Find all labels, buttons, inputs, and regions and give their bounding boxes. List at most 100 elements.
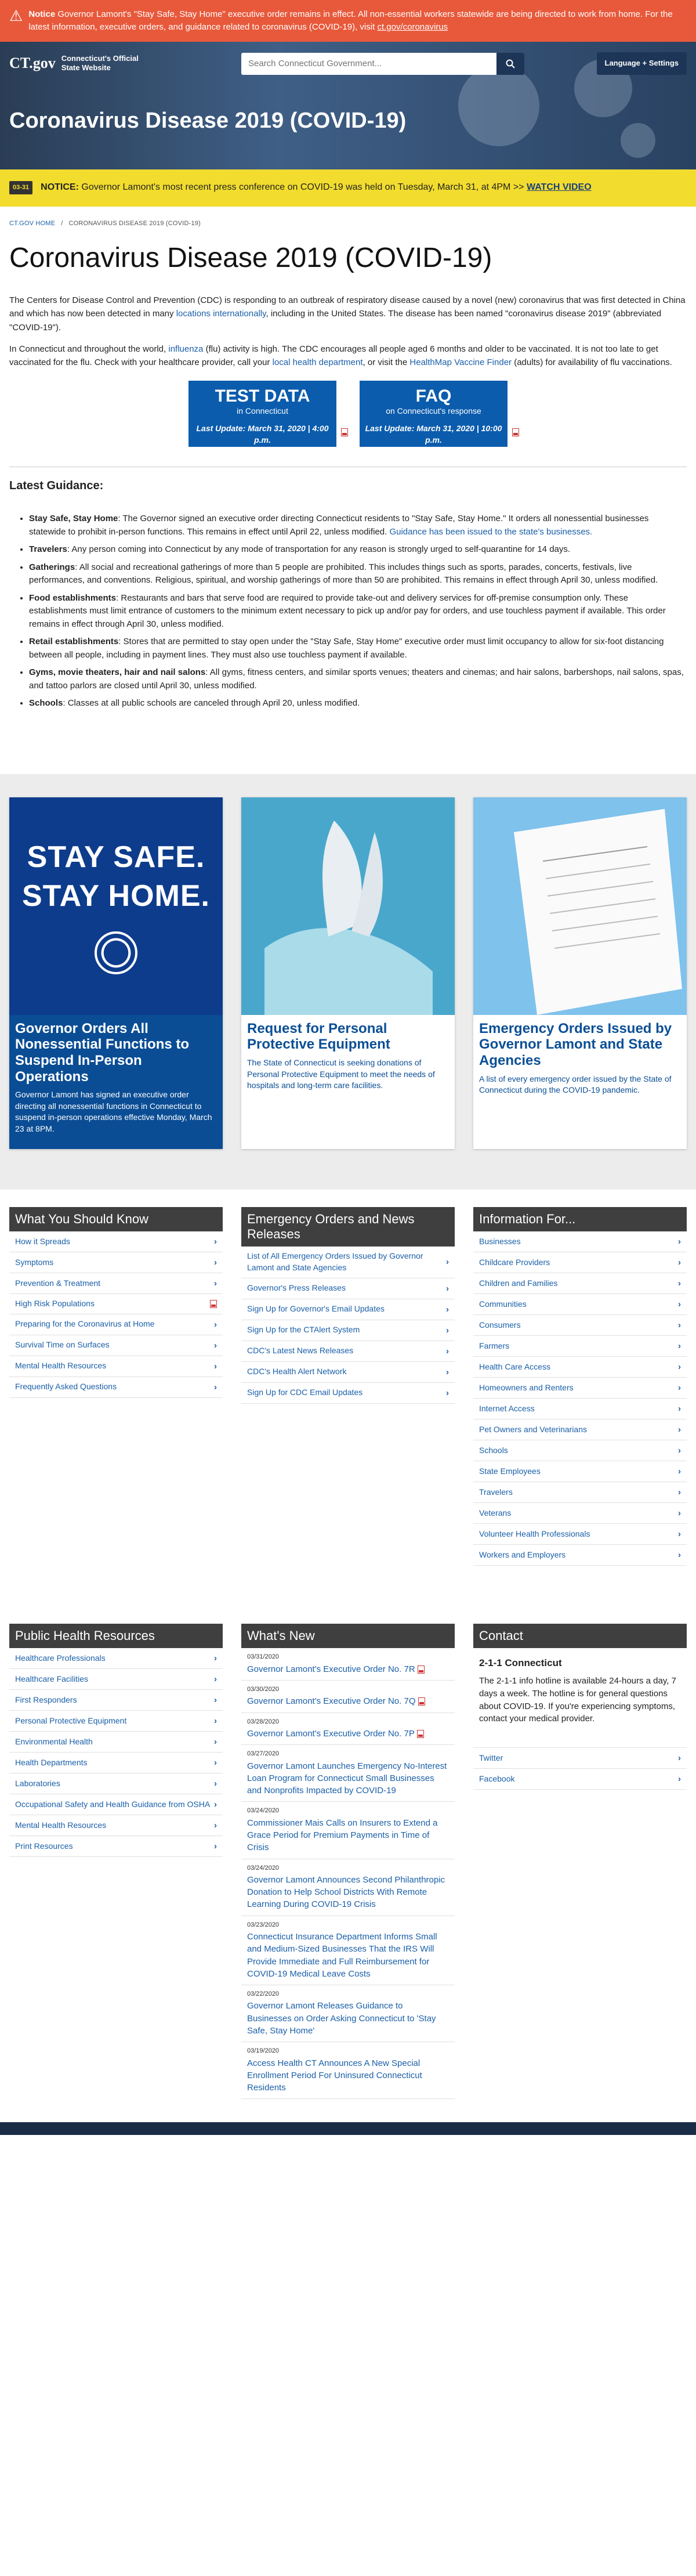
link-homeowners[interactable]: Homeowners and Renters	[479, 1382, 574, 1394]
list-item[interactable]: Prevention & Treatment ›	[9, 1273, 223, 1294]
list-item[interactable]: Children and Families ›	[473, 1273, 687, 1294]
list-item[interactable]: CDC's Health Alert Network ›	[241, 1362, 455, 1383]
healthmap-vaccine-finder-link[interactable]: HealthMap Vaccine Finder	[409, 357, 512, 367]
news-item[interactable]: 03/28/2020 Governor Lamont's Executive Or…	[241, 1713, 455, 1746]
business-guidance-link[interactable]: Guidance has been issued to the state's …	[389, 527, 592, 537]
feature-card-emergency-orders[interactable]: Emergency Orders Issued by Governor Lamo…	[473, 797, 687, 1149]
list-item[interactable]: Facebook ›	[473, 1769, 687, 1790]
notice-link[interactable]: ct.gov/coronavirus	[377, 22, 448, 32]
list-item[interactable]: State Employees ›	[473, 1461, 687, 1482]
link-healthcare-professionals[interactable]: Healthcare Professionals	[15, 1653, 106, 1664]
link-health-care-access[interactable]: Health Care Access	[479, 1361, 550, 1373]
list-item[interactable]: CDC's Latest News Releases ›	[241, 1341, 455, 1362]
link-consumers[interactable]: Consumers	[479, 1320, 521, 1331]
list-item[interactable]: Laboratories ›	[9, 1773, 223, 1795]
list-item[interactable]: Mental Health Resources ›	[9, 1356, 223, 1377]
list-item[interactable]: Businesses ›	[473, 1231, 687, 1252]
list-item[interactable]: Consumers ›	[473, 1315, 687, 1336]
list-item[interactable]: Occupational Safety and Health Guidance …	[9, 1794, 223, 1816]
link-cdc-news[interactable]: CDC's Latest News Releases	[247, 1345, 353, 1357]
list-item[interactable]: Farmers ›	[473, 1336, 687, 1357]
list-item[interactable]: Pet Owners and Veterinarians ›	[473, 1419, 687, 1440]
list-item[interactable]: Symptoms ›	[9, 1252, 223, 1273]
list-item[interactable]: Internet Access ›	[473, 1399, 687, 1419]
news-item[interactable]: 03/22/2020 Governor Lamont Releases Guida…	[241, 1985, 455, 2043]
news-title[interactable]: Governor Lamont's Executive Order No. 7Q	[247, 1696, 416, 1706]
news-item[interactable]: 03/23/2020 Connecticut Insurance Departme…	[241, 1916, 455, 1986]
facebook-link[interactable]: Facebook	[479, 1773, 514, 1785]
twitter-link[interactable]: Twitter	[479, 1753, 503, 1764]
link-healthcare-facilities[interactable]: Healthcare Facilities	[15, 1674, 88, 1685]
news-item[interactable]: 03/31/2020 Governor Lamont's Executive Or…	[241, 1648, 455, 1681]
watch-video-link[interactable]: WATCH VIDEO	[527, 182, 592, 192]
list-item[interactable]: Health Care Access ›	[473, 1357, 687, 1378]
list-item[interactable]: Environmental Health ›	[9, 1732, 223, 1753]
list-item[interactable]: Sign Up for CDC Email Updates ›	[241, 1383, 455, 1404]
list-item[interactable]: Frequently Asked Questions ›	[9, 1377, 223, 1398]
list-item[interactable]: Healthcare Facilities ›	[9, 1669, 223, 1690]
list-item[interactable]: Mental Health Resources ›	[9, 1815, 223, 1837]
link-farmers[interactable]: Farmers	[479, 1341, 509, 1352]
link-first-responders[interactable]: First Responders	[15, 1695, 77, 1706]
link-volunteers[interactable]: Volunteer Health Professionals	[479, 1529, 590, 1540]
news-title[interactable]: Governor Lamont Launches Emergency No-In…	[247, 1761, 447, 1796]
faq-button[interactable]: FAQ on Connecticut's response Last Updat…	[360, 381, 519, 447]
list-item[interactable]: Homeowners and Renters ›	[473, 1378, 687, 1399]
news-title[interactable]: Access Health CT Announces A New Special…	[247, 2058, 422, 2093]
link-laboratories[interactable]: Laboratories	[15, 1778, 60, 1790]
news-title[interactable]: Connecticut Insurance Department Informs…	[247, 1932, 437, 1979]
search-button[interactable]	[496, 52, 524, 75]
link-state-employees[interactable]: State Employees	[479, 1466, 541, 1477]
link-communities[interactable]: Communities	[479, 1299, 527, 1310]
site-logo[interactable]: CT.gov Connecticut's Official State Webs…	[9, 53, 241, 74]
list-item[interactable]: Healthcare Professionals ›	[9, 1648, 223, 1670]
test-data-button[interactable]: TEST DATA in Connecticut Last Update: Ma…	[188, 381, 348, 447]
link-ppe[interactable]: Personal Protective Equipment	[15, 1715, 126, 1727]
list-item[interactable]: How it Spreads ›	[9, 1231, 223, 1252]
list-item[interactable]: Twitter ›	[473, 1748, 687, 1769]
news-title[interactable]: Commissioner Mais Calls on Insurers to E…	[247, 1818, 437, 1853]
link-preparing-home[interactable]: Preparing for the Coronavirus at Home	[15, 1318, 154, 1330]
link-faq[interactable]: Frequently Asked Questions	[15, 1381, 117, 1393]
link-prevention[interactable]: Prevention & Treatment	[15, 1278, 100, 1289]
link-osha[interactable]: Occupational Safety and Health Guidance …	[15, 1799, 210, 1811]
list-item[interactable]: Communities ›	[473, 1294, 687, 1315]
news-item[interactable]: 03/30/2020 Governor Lamont's Executive Or…	[241, 1681, 455, 1713]
link-symptoms[interactable]: Symptoms	[15, 1257, 53, 1269]
list-item[interactable]: Childcare Providers ›	[473, 1252, 687, 1273]
link-veterans[interactable]: Veterans	[479, 1508, 511, 1519]
news-item[interactable]: 03/24/2020 Governor Lamont Announces Seco…	[241, 1859, 455, 1916]
link-press-releases[interactable]: Governor's Press Releases	[247, 1282, 346, 1294]
link-internet[interactable]: Internet Access	[479, 1403, 535, 1415]
local-health-department-link[interactable]: local health department	[273, 357, 363, 367]
list-item[interactable]: Travelers ›	[473, 1482, 687, 1503]
influenza-link[interactable]: influenza	[168, 344, 203, 354]
list-item[interactable]: Print Resources ›	[9, 1836, 223, 1858]
list-item[interactable]: List of All Emergency Orders Issued by G…	[241, 1247, 455, 1278]
link-workers[interactable]: Workers and Employers	[479, 1549, 566, 1561]
link-pet-owners[interactable]: Pet Owners and Veterinarians	[479, 1424, 587, 1436]
news-title[interactable]: Governor Lamont's Executive Order No. 7R	[247, 1664, 415, 1674]
locations-internationally-link[interactable]: locations internationally	[176, 309, 266, 319]
language-settings-button[interactable]: Language + Settings	[596, 52, 687, 75]
link-print-resources[interactable]: Print Resources	[15, 1841, 73, 1852]
link-mental-health[interactable]: Mental Health Resources	[15, 1360, 106, 1372]
link-cdc-email[interactable]: Sign Up for CDC Email Updates	[247, 1387, 362, 1399]
list-item[interactable]: Governor's Press Releases ›	[241, 1278, 455, 1299]
list-item[interactable]: Preparing for the Coronavirus at Home ›	[9, 1314, 223, 1335]
link-businesses[interactable]: Businesses	[479, 1236, 521, 1248]
list-item[interactable]: Workers and Employers ›	[473, 1545, 687, 1566]
link-emergency-orders[interactable]: List of All Emergency Orders Issued by G…	[247, 1251, 446, 1273]
news-item[interactable]: 03/24/2020 Commissioner Mais Calls on Ins…	[241, 1802, 455, 1859]
list-item[interactable]: Volunteer Health Professionals ›	[473, 1524, 687, 1545]
list-item[interactable]: Sign Up for the CTAlert System ›	[241, 1320, 455, 1341]
link-children-families[interactable]: Children and Families	[479, 1278, 557, 1289]
link-survival-time[interactable]: Survival Time on Surfaces	[15, 1339, 110, 1351]
news-item[interactable]: 03/27/2020 Governor Lamont Launches Emerg…	[241, 1745, 455, 1802]
link-environmental-health[interactable]: Environmental Health	[15, 1736, 93, 1748]
link-mental-health-resources[interactable]: Mental Health Resources	[15, 1820, 106, 1831]
link-high-risk[interactable]: High Risk Populations	[15, 1298, 95, 1310]
link-governor-email[interactable]: Sign Up for Governor's Email Updates	[247, 1303, 385, 1315]
link-travelers[interactable]: Travelers	[479, 1487, 513, 1498]
news-item[interactable]: 03/19/2020 Access Health CT Announces A N…	[241, 2042, 455, 2100]
